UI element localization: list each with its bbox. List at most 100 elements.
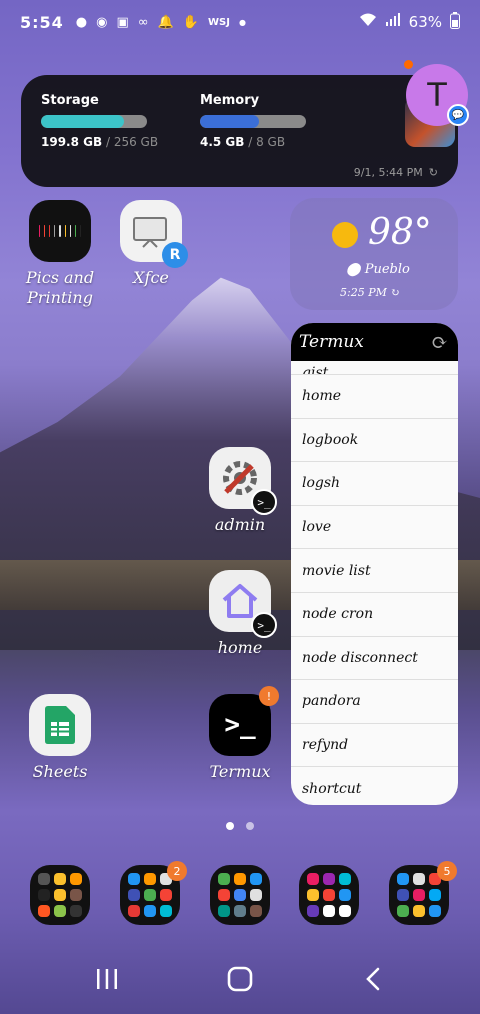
avatar-notification-dot [404, 60, 413, 69]
back-button[interactable] [343, 959, 403, 999]
dock-folder-4[interactable] [299, 865, 359, 925]
shortcut-list[interactable]: gist home logbook logsh love movie list … [291, 361, 458, 805]
shortcut-item[interactable]: node disconnect [291, 637, 458, 681]
sheets-icon [29, 694, 91, 756]
temperature: 98° [368, 212, 432, 253]
navigation-bar [0, 944, 480, 1014]
storage-label: Storage [41, 93, 99, 108]
app-pics-and-printing[interactable]: Pics and Printing [10, 200, 110, 308]
location-text: Pueblo [364, 262, 410, 277]
shortcut-item[interactable]: gist [291, 361, 458, 375]
app-sheets[interactable]: Sheets [10, 694, 110, 782]
messenger-badge-icon: 💬 [447, 104, 469, 126]
app-label: Sheets [32, 762, 88, 781]
gamepad-icon: ◉ [96, 14, 108, 30]
shortcut-label: shortcut [302, 780, 362, 797]
weather-time: 5:25 PM ↻ [340, 286, 400, 299]
shortcut-label: pandora [302, 693, 361, 710]
refresh-icon[interactable]: ↻ [390, 286, 399, 299]
sunny-icon [332, 222, 358, 248]
terminal-badge-icon: >_ [251, 489, 277, 515]
memory-total: / 8 GB [244, 135, 286, 149]
back-icon [366, 967, 380, 991]
recents-icon [96, 969, 117, 989]
chat-bubble-icon: ● [75, 14, 88, 30]
weather-widget[interactable]: 98° ⬤ Pueblo 5:25 PM ↻ [290, 198, 458, 310]
shortcut-item[interactable]: shortcut [291, 767, 458, 805]
shortcut-label: gist [302, 365, 329, 375]
location-pin-icon: ⬤ [346, 262, 361, 277]
dock-folder-2-badge: 2 [167, 861, 187, 881]
memory-used: 4.5 GB [200, 135, 245, 149]
shortcut-item[interactable]: home [291, 375, 458, 419]
app-admin[interactable]: >_ admin [190, 447, 290, 535]
shortcut-item[interactable]: refynd [291, 724, 458, 768]
termux-widget-title: Termux [299, 332, 364, 352]
updated-time: 9/1, 5:44 PM ↻ [354, 166, 438, 179]
house-icon: >_ [209, 570, 277, 638]
storage-used: 199.8 GB [41, 135, 103, 149]
termux-shortcuts-widget[interactable]: Termux ⟳ gist home logbook logsh love mo… [291, 323, 458, 805]
notification-icons: ● ◉ ▣ ∞ 🔔 ✋ WSJ ● [76, 15, 246, 30]
storage-total: / 256 GB [102, 135, 159, 149]
cast-icon: ▣ [116, 14, 129, 30]
home-button[interactable] [210, 959, 270, 999]
memory-label: Memory [200, 93, 260, 108]
shortcut-item[interactable]: pandora [291, 680, 458, 724]
refresh-icon[interactable]: ⟳ [431, 330, 448, 354]
home-icon [227, 966, 253, 992]
recent-apps-button[interactable] [77, 959, 137, 999]
app-termux[interactable]: >_ ! Termux [190, 686, 290, 782]
device-care-widget[interactable]: Storage 199.8 GB / 256 GB Memory 4.5 GB … [21, 75, 458, 187]
terminal-icon: >_ ! [209, 686, 279, 756]
signal-icon [385, 13, 401, 31]
app-label: Xfce [133, 268, 169, 287]
shortcut-item[interactable]: love [291, 506, 458, 550]
shortcut-label: refynd [302, 737, 349, 754]
app-label: Termux [209, 762, 271, 781]
voicemail-icon: ∞ [137, 14, 149, 30]
termux-widget-header: Termux ⟳ [291, 323, 458, 361]
battery-percent: 63% [408, 13, 442, 31]
wsj-icon: WSJ [208, 16, 230, 28]
memory-bar-fill [200, 115, 260, 128]
clock: 5:54 [20, 12, 64, 32]
dock-folder-1[interactable] [30, 865, 90, 925]
weather-time-text: 5:25 PM [340, 286, 387, 299]
shortcut-label: node cron [302, 606, 374, 623]
app-label: admin [214, 515, 266, 534]
shortcut-label: logbook [302, 431, 359, 448]
shortcut-label: home [302, 388, 342, 405]
shortcut-item[interactable]: logsh [291, 462, 458, 506]
battery-icon [450, 11, 460, 33]
shortcut-label: logsh [302, 475, 341, 492]
storage-bar-fill [41, 115, 124, 128]
updated-time-text: 9/1, 5:44 PM [353, 166, 423, 179]
dot-icon: ● [238, 17, 246, 27]
wifi-icon [359, 13, 377, 31]
app-label: Pics and Printing [25, 268, 95, 307]
page-dot [246, 822, 254, 830]
page-dot-active [226, 822, 234, 830]
memory-block: Memory 4.5 GB / 8 GB [200, 93, 306, 149]
location: ⬤ Pueblo [346, 262, 410, 277]
shortcut-item[interactable]: logbook [291, 419, 458, 463]
refresh-icon[interactable]: ↻ [429, 166, 438, 179]
folder-icon [29, 200, 91, 262]
shortcut-label: node disconnect [302, 649, 418, 666]
app-home-shortcut[interactable]: >_ home [190, 570, 290, 658]
status-bar: 5:54 ● ◉ ▣ ∞ 🔔 ✋ WSJ ● 63% [0, 0, 480, 44]
app-xfce[interactable]: R Xfce [101, 200, 201, 288]
memory-bar [200, 115, 306, 128]
shortcut-item[interactable]: movie list [291, 549, 458, 593]
admin-icon: >_ [209, 447, 277, 515]
shortcut-label: love [302, 519, 332, 536]
dock-folder-5-badge: 5 [437, 861, 457, 881]
remote-badge-icon: R [162, 242, 188, 268]
app-label: home [217, 638, 263, 657]
storage-bar [41, 115, 147, 128]
shortcut-label: movie list [302, 562, 371, 579]
shortcut-item[interactable]: node cron [291, 593, 458, 637]
bell-icon: 🔔 [157, 14, 174, 30]
dock-folder-3[interactable] [210, 865, 270, 925]
